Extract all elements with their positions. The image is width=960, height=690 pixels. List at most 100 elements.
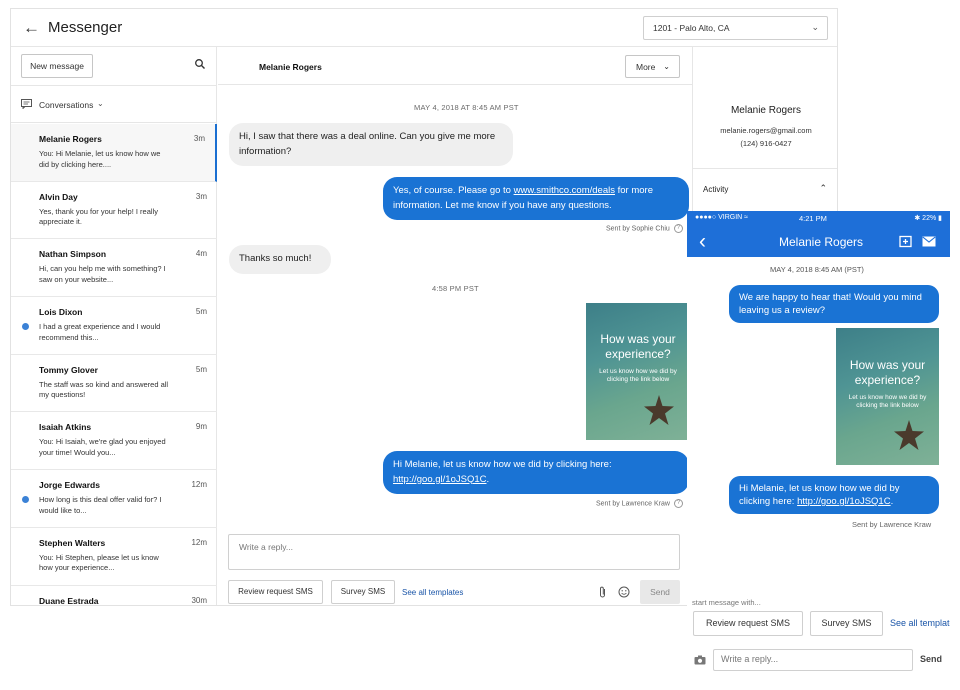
- sent-by-text: Sent by Lawrence Kraw: [596, 500, 670, 508]
- mobile-send-button[interactable]: Send: [920, 654, 942, 664]
- reply-input[interactable]: Write a reply...: [228, 534, 680, 570]
- activity-label: Activity: [703, 185, 729, 194]
- card-subtitle: Let us know how we did by clicking the l…: [848, 394, 927, 409]
- conversation-item[interactable]: Melanie Rogers 3m You: Hi Melanie, let u…: [11, 124, 217, 182]
- mobile-screen: ●●●●○ VIRGIN ≈ 4:21 PM ✱ 22% ▮ ‹ Melanie…: [687, 211, 950, 690]
- emoji-icon[interactable]: [618, 586, 630, 598]
- chat-bubble-icon: [21, 99, 32, 109]
- new-message-button[interactable]: New message: [21, 54, 93, 78]
- conversation-item[interactable]: Lois Dixon 5m I had a great experience a…: [11, 297, 217, 355]
- incoming-message: Thanks so much!: [229, 245, 331, 274]
- mobile-survey-template-button[interactable]: Survey SMS: [810, 611, 883, 636]
- back-chevron-icon[interactable]: ‹: [699, 230, 706, 254]
- paperclip-icon[interactable]: [598, 586, 607, 598]
- conversation-item[interactable]: Nathan Simpson 4m Hi, can you help me wi…: [11, 239, 217, 298]
- conversation-name: Nathan Simpson: [39, 249, 107, 260]
- conversation-name: Jorge Edwards: [39, 480, 100, 491]
- conversation-preview: The staff was so kind and answered all m…: [39, 379, 169, 400]
- incoming-message: Hi, I saw that there was a deal online. …: [229, 123, 513, 166]
- conversation-time: 12m: [191, 537, 207, 547]
- conversations-label: Conversations: [39, 100, 94, 110]
- archive-icon[interactable]: [899, 235, 912, 248]
- mobile-nav-bar: ‹ Melanie Rogers: [687, 227, 950, 257]
- back-arrow-icon[interactable]: ←: [23, 18, 40, 38]
- conversation-name: Tommy Glover: [39, 364, 98, 375]
- sent-by-label: Sent by Lawrence Kraw?: [596, 499, 683, 508]
- send-button[interactable]: Send: [640, 580, 680, 604]
- mobile-reply-input[interactable]: Write a reply...: [713, 649, 913, 671]
- conversation-name: Alvin Day: [39, 191, 78, 202]
- activity-section-toggle[interactable]: Activity ⌃: [693, 168, 837, 208]
- card-title: How was your experience?: [600, 332, 676, 361]
- see-all-templates-link[interactable]: See all templates: [402, 588, 463, 597]
- conversations-filter[interactable]: Conversations ⌄: [11, 85, 216, 123]
- chat-panel: Melanie Rogers More ⌄ MAY 4, 2018 AT 8:4…: [218, 47, 692, 605]
- mobile-outgoing-message: Hi Melanie, let us know how we did by cl…: [729, 476, 939, 514]
- unread-dot: [22, 496, 29, 504]
- conversation-preview: Yes, thank you for your help! I really a…: [39, 206, 158, 227]
- outgoing-message: Yes, of course. Please go to www.smithco…: [383, 177, 689, 220]
- conversation-sidebar: New message Conversations ⌄ Melanie Roge…: [11, 47, 217, 606]
- outgoing-message: Hi Melanie, let us know how we did by cl…: [383, 451, 689, 494]
- info-icon[interactable]: ?: [673, 499, 683, 508]
- conversation-item[interactable]: Tommy Glover 5m The staff was so kind an…: [11, 355, 217, 413]
- location-select[interactable]: 1201 - Palo Alto, CA ⌄: [643, 16, 828, 40]
- conversation-name: Stephen Walters: [39, 537, 106, 548]
- contact-phone: (124) 916-0427: [740, 139, 792, 148]
- message-text: Yes, of course. Please go to: [393, 185, 514, 196]
- conversation-item[interactable]: Duane Estrada 30m: [11, 586, 217, 606]
- battery-indicator: ✱ 22% ▮: [914, 214, 942, 222]
- conversation-item[interactable]: Alvin Day 3m Yes, thank you for your hel…: [11, 182, 217, 240]
- conversation-preview: I had a great experience and I would rec…: [39, 322, 161, 342]
- conversation-name: Duane Estrada: [39, 595, 99, 606]
- contact-name: Melanie Rogers: [730, 105, 802, 116]
- conversation-time: 5m: [195, 364, 207, 374]
- camera-icon[interactable]: [694, 655, 706, 665]
- date-separator: 4:58 PM PST: [432, 284, 479, 293]
- chat-contact-name: Melanie Rogers: [259, 62, 322, 72]
- survey-template-button[interactable]: Survey SMS: [331, 580, 395, 604]
- mobile-title: Melanie Rogers: [779, 235, 864, 249]
- starfish-icon: [644, 395, 674, 425]
- sent-by-label: Sent by Sophie Chiu?: [606, 224, 683, 233]
- message-text: Hi Melanie, let us know how we did by cl…: [393, 459, 612, 470]
- review-request-template-button[interactable]: Review request SMS: [228, 580, 323, 604]
- conversation-time: 3m: [193, 134, 205, 143]
- conversation-time: 12m: [191, 480, 207, 490]
- conversation-item[interactable]: Stephen Walters 12m You: Hi Stephen, ple…: [11, 528, 217, 586]
- mobile-survey-link[interactable]: http://goo.gl/1oJSQ1C: [797, 496, 890, 507]
- mobile-sent-by-label: Sent by Lawrence Kraw: [852, 520, 932, 529]
- conversation-name: Isaiah Atkins: [39, 422, 92, 433]
- carrier-signal: ●●●●○ VIRGIN ≈: [695, 214, 748, 221]
- conversation-preview: You: Hi Stephen, please let us know how …: [39, 552, 159, 573]
- message-text: .: [890, 496, 894, 507]
- conversation-preview: How long is this deal offer valid for? I…: [39, 495, 162, 515]
- mobile-status-bar: ●●●●○ VIRGIN ≈ 4:21 PM ✱ 22% ▮: [687, 211, 950, 227]
- conversation-preview: You: Hi Isaiah, we're glad you enjoyed y…: [39, 437, 166, 457]
- top-bar: ← Messenger 1201 - Palo Alto, CA ⌄: [11, 9, 837, 47]
- conversation-preview: You: Hi Melanie, let us know how we did …: [39, 149, 161, 169]
- chevron-down-icon: ⌄: [811, 22, 819, 32]
- conversation-list: Melanie Rogers 3m You: Hi Melanie, let u…: [11, 124, 217, 606]
- deals-link[interactable]: www.smithco.com/deals: [514, 185, 615, 196]
- more-button[interactable]: More ⌄: [625, 55, 680, 78]
- conversation-time: 9m: [195, 422, 207, 432]
- conversation-item[interactable]: Jorge Edwards 12m How long is this deal …: [11, 470, 217, 528]
- review-card-image[interactable]: How was your experience? Let us know how…: [586, 303, 690, 440]
- mobile-see-all-templates-link[interactable]: See all templates: [890, 618, 950, 628]
- message-text: .: [486, 473, 490, 485]
- chevron-down-icon: ⌄: [663, 62, 670, 71]
- conversation-item[interactable]: Isaiah Atkins 9m You: Hi Isaiah, we're g…: [11, 412, 217, 471]
- unread-dot: [22, 323, 29, 331]
- search-icon[interactable]: [194, 58, 206, 70]
- conversation-time: 30m: [191, 595, 207, 605]
- info-icon[interactable]: ?: [673, 224, 683, 233]
- mobile-review-request-template-button[interactable]: Review request SMS: [693, 611, 803, 636]
- mobile-review-card-image[interactable]: How was your experience? Let us know how…: [836, 328, 939, 465]
- mobile-date-separator: MAY 4, 2018 8:45 AM (PST): [770, 265, 864, 274]
- mail-icon[interactable]: [922, 236, 936, 247]
- battery-level: 22%: [922, 215, 937, 222]
- survey-link[interactable]: http://goo.gl/1oJSQ1C: [393, 474, 486, 485]
- bluetooth-icon: ✱: [914, 215, 921, 222]
- carrier-text: ●●●●○ VIRGIN: [695, 214, 743, 221]
